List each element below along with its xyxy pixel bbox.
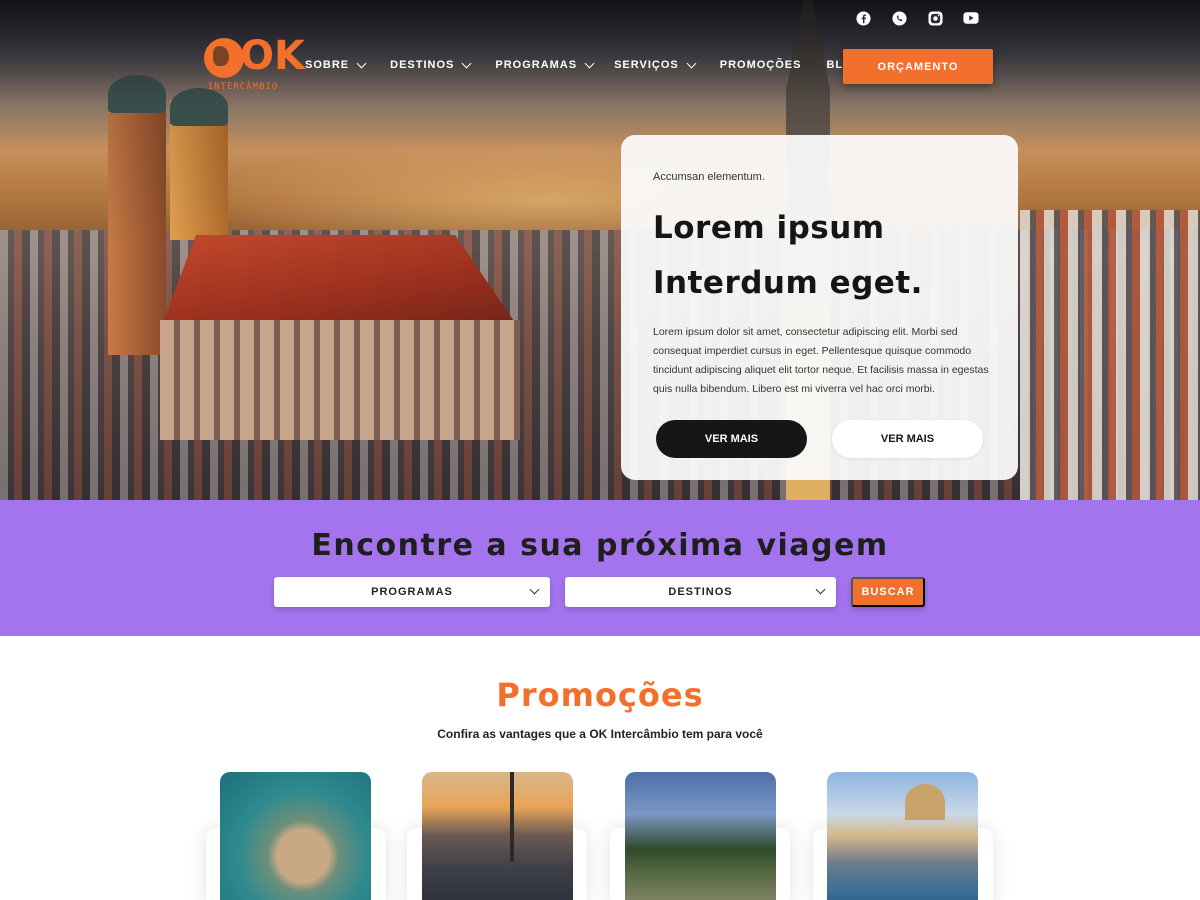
- programas-select-value: PROGRAMAS: [371, 586, 453, 598]
- ver-mais-button-secondary[interactable]: VER MAIS: [832, 420, 983, 458]
- promo-image-city-tower[interactable]: [422, 772, 573, 900]
- nav-item-label: DESTINOS: [390, 59, 455, 71]
- hero-background: [0, 0, 1200, 500]
- nav-item-destinos[interactable]: DESTINOS: [390, 57, 472, 73]
- promo-image-garden-ruins[interactable]: [625, 772, 776, 900]
- destinos-select-value: DESTINOS: [668, 586, 733, 598]
- hero-kicker: Accumsan elementum.: [653, 171, 765, 183]
- nav-item-servicos[interactable]: SERVIÇOS: [614, 57, 697, 73]
- chevron-down-icon: [461, 58, 472, 68]
- hero-headline-line2: Interdum eget.: [653, 265, 923, 301]
- main-nav: SOBRE DESTINOS PROGRAMAS SERVIÇOS PROMOÇ…: [305, 57, 862, 73]
- nav-item-label: SERVIÇOS: [614, 59, 679, 71]
- search-button[interactable]: BUSCAR: [851, 577, 925, 607]
- destinos-select[interactable]: DESTINOS: [565, 577, 836, 607]
- nav-item-promocoes[interactable]: PROMOÇÕES: [720, 57, 802, 73]
- globe-icon: [204, 38, 244, 78]
- logo-letters: OK: [240, 33, 305, 79]
- social-links: [855, 10, 979, 26]
- nav-item-programas[interactable]: PROGRAMAS: [495, 57, 595, 73]
- nav-item-label: SOBRE: [305, 59, 350, 71]
- hero-body-text: Lorem ipsum dolor sit amet, consectetur …: [653, 326, 989, 395]
- chevron-down-icon: [584, 58, 595, 68]
- promos-title: Promoções: [496, 676, 704, 714]
- chevron-down-icon: [815, 584, 826, 595]
- hero-shade: [0, 0, 1200, 500]
- instagram-icon[interactable]: [927, 10, 943, 26]
- nav-item-label: PROGRAMAS: [495, 59, 578, 71]
- ver-mais-button-primary[interactable]: VER MAIS: [656, 420, 807, 458]
- hero-headline-line1: Lorem ipsum: [653, 210, 885, 246]
- quote-button[interactable]: ORÇAMENTO: [843, 49, 993, 84]
- hero-card: Accumsan elementum. Lorem ipsum Interdum…: [621, 135, 1018, 480]
- logo-subtitle: INTERCÂMBIO: [207, 82, 279, 92]
- whatsapp-icon[interactable]: [891, 10, 907, 26]
- nav-item-sobre[interactable]: SOBRE: [305, 57, 367, 73]
- youtube-icon[interactable]: [963, 10, 979, 26]
- nav-item-label: PROMOÇÕES: [719, 59, 802, 71]
- trip-search-section: Encontre a sua próxima viagem PROGRAMAS …: [0, 500, 1200, 636]
- chevron-down-icon: [686, 58, 697, 68]
- logo[interactable]: OK INTERCÂMBIO: [198, 33, 305, 100]
- programas-select[interactable]: PROGRAMAS: [274, 577, 550, 607]
- facebook-icon[interactable]: [855, 10, 871, 26]
- search-title: Encontre a sua próxima viagem: [311, 528, 889, 563]
- promos-subtitle: Confira as vantages que a OK Intercâmbio…: [437, 727, 763, 741]
- chevron-down-icon: [356, 58, 367, 68]
- promo-image-coastal-city[interactable]: [220, 772, 371, 900]
- promo-image-harbor-boats[interactable]: [827, 772, 978, 900]
- chevron-down-icon: [529, 584, 540, 595]
